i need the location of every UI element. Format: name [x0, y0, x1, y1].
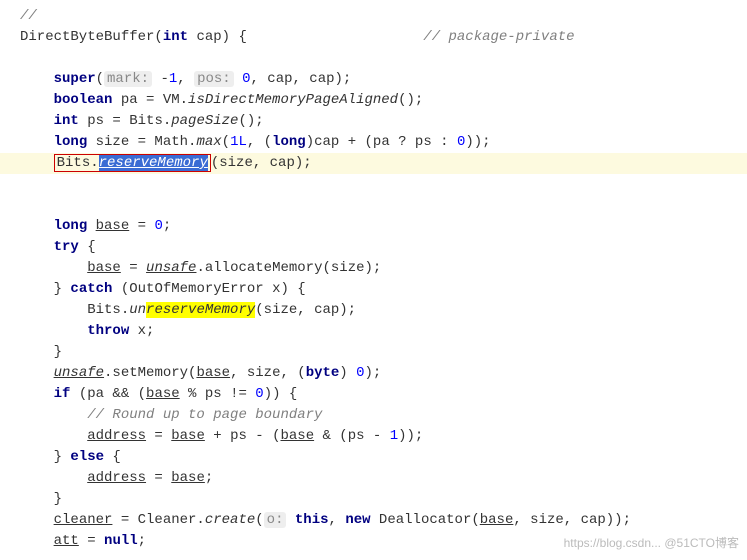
code-block: // DirectByteBuffer(int cap) { // packag… [0, 0, 747, 560]
highlight-reserve-memory: reserveMemory [146, 302, 255, 318]
line-size: long size = Math.max(1L, (long)cap + (pa… [54, 134, 491, 150]
line-else: } else { [54, 449, 121, 465]
line-close-catch: } [54, 344, 62, 360]
line-address-1: address = base + ps - (base & (ps - 1)); [87, 428, 423, 444]
highlighted-line: Bits.reserveMemory(size, cap); [0, 153, 747, 174]
line-close-if: } [54, 491, 62, 507]
line-unreserve: Bits.unreserveMemory(size, cap); [87, 302, 356, 318]
line-throw: throw x; [87, 323, 154, 339]
comment: // [20, 8, 37, 24]
param-hint-mark: mark: [104, 71, 152, 87]
red-box: Bits.reserveMemory [54, 154, 211, 172]
line-catch: } catch (OutOfMemoryError x) { [54, 281, 306, 297]
line-pa: boolean pa = VM.isDirectMemoryPageAligne… [54, 92, 424, 108]
line-ps: int ps = Bits.pageSize(); [54, 113, 264, 129]
line-if: if (pa && (base % ps != 0)) { [54, 386, 298, 402]
selection-reserve-memory[interactable]: reserveMemory [99, 155, 208, 171]
method-sig: DirectByteBuffer(int cap) { // package-p… [20, 29, 575, 45]
line-allocate: base = unsafe.allocateMemory(size); [87, 260, 381, 276]
line-address-2: address = base; [87, 470, 213, 486]
line-att: att = null; [54, 533, 146, 549]
param-hint-pos: pos: [194, 71, 234, 87]
line-base-decl: long base = 0; [54, 218, 172, 234]
comment-roundup: // Round up to page boundary [87, 407, 322, 423]
line-try: try { [54, 239, 96, 255]
line-setmemory: unsafe.setMemory(base, size, (byte) 0); [54, 365, 382, 381]
line-super: super(mark: -1, pos: 0, cap, cap); [54, 71, 352, 87]
